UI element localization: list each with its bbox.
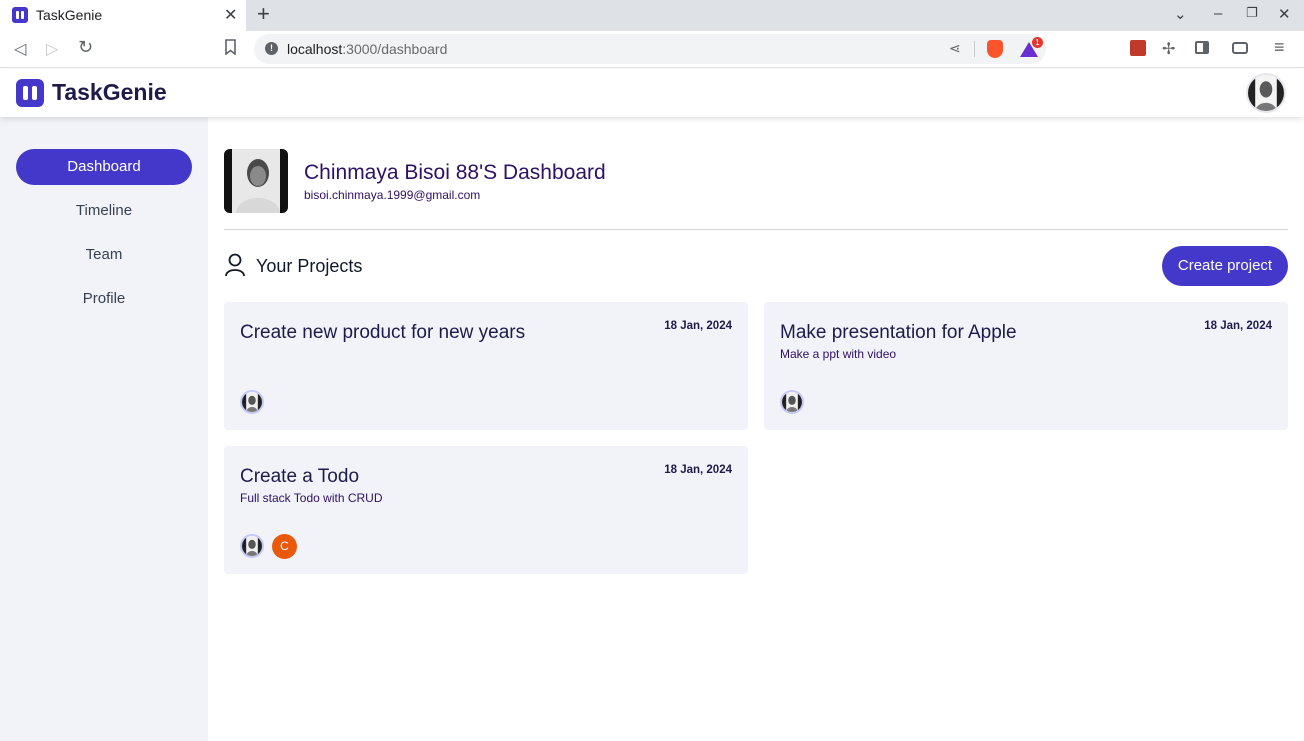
sidebar-item-profile[interactable]: Profile <box>16 281 192 317</box>
url-text: localhost:3000/dashboard <box>287 41 448 57</box>
projects-heading: Your Projects <box>256 256 363 276</box>
brave-shields-icon[interactable] <box>987 40 1003 58</box>
tab-list-chevron-icon[interactable]: ⌄ <box>1174 5 1187 23</box>
project-card[interactable]: Create new product for new years 18 Jan,… <box>224 302 748 430</box>
profile-photo <box>224 149 288 213</box>
rewards-badge: 1 <box>1032 37 1043 48</box>
taskgenie-favicon-icon <box>12 7 28 23</box>
browser-tab[interactable]: TaskGenie ✕ <box>0 0 246 31</box>
bookmark-icon[interactable] <box>224 39 237 60</box>
reload-icon[interactable]: ↻ <box>78 37 93 58</box>
tab-title: TaskGenie <box>36 7 103 23</box>
profile-photo-image <box>224 149 288 213</box>
member-avatar[interactable] <box>240 390 264 414</box>
project-title: Make presentation for Apple <box>780 322 1017 343</box>
menu-icon[interactable]: ≡ <box>1274 37 1285 58</box>
address-bar-divider <box>974 41 975 57</box>
site-info-icon[interactable]: ! <box>265 42 278 55</box>
sidebar-item-dashboard[interactable]: Dashboard <box>16 149 192 185</box>
share-icon[interactable]: ⋖ <box>949 40 961 57</box>
extension-icon[interactable] <box>1130 40 1146 56</box>
user-photo-icon <box>1248 75 1284 111</box>
project-title: Create a Todo <box>240 466 360 487</box>
app-header: TaskGenie <box>0 69 1304 117</box>
close-window-icon[interactable]: ✕ <box>1278 5 1291 23</box>
browser-toolbar: ◁ ▷ ↻ ! localhost:3000/dashboard ⋖ 1 ✢ ≡ <box>0 31 1304 68</box>
user-icon <box>225 253 245 277</box>
project-date: 18 Jan, 2024 <box>664 464 732 476</box>
app-logo-text[interactable]: TaskGenie <box>52 79 167 106</box>
sidebar-item-team[interactable]: Team <box>16 237 192 273</box>
project-date: 18 Jan, 2024 <box>1204 320 1272 332</box>
close-tab-icon[interactable]: ✕ <box>224 5 237 25</box>
sidebar-item-timeline[interactable]: Timeline <box>16 193 192 229</box>
browser-tab-bar: TaskGenie ✕ + ⌄ – ❐ ✕ <box>0 0 1304 31</box>
sidebar-toggle-icon[interactable] <box>1195 41 1209 54</box>
project-description: Full stack Todo with CRUD <box>240 491 383 505</box>
project-date: 18 Jan, 2024 <box>664 320 732 332</box>
project-description: Make a ppt with video <box>780 347 897 361</box>
member-photo-icon <box>782 392 802 412</box>
new-tab-button[interactable]: + <box>257 3 270 25</box>
back-icon[interactable]: ◁ <box>14 39 26 59</box>
main-content: Chinmaya Bisoi 88'S Dashboard bisoi.chin… <box>208 117 1304 741</box>
member-photo-icon <box>242 536 262 556</box>
minimize-window-icon[interactable]: – <box>1214 5 1222 22</box>
restore-window-icon[interactable]: ❐ <box>1246 5 1258 21</box>
wallet-icon[interactable] <box>1232 42 1248 54</box>
project-card[interactable]: Create a Todo Full stack Todo with CRUD … <box>224 446 748 574</box>
create-project-button[interactable]: Create project <box>1162 246 1288 286</box>
member-photo-icon <box>242 392 262 412</box>
taskgenie-logo-icon[interactable] <box>16 79 44 107</box>
member-avatar[interactable] <box>240 534 264 558</box>
user-email: bisoi.chinmaya.1999@gmail.com <box>304 188 481 202</box>
dashboard-title: Chinmaya Bisoi 88'S Dashboard <box>304 161 606 184</box>
sidebar: Dashboard Timeline Team Profile <box>0 117 208 741</box>
forward-icon[interactable]: ▷ <box>46 39 58 59</box>
user-avatar[interactable] <box>1246 73 1286 113</box>
address-bar[interactable]: ! localhost:3000/dashboard ⋖ 1 <box>254 34 1046 64</box>
project-card[interactable]: Make presentation for Apple Make a ppt w… <box>764 302 1288 430</box>
divider <box>224 229 1288 230</box>
project-title: Create new product for new years <box>240 322 526 343</box>
member-letter-avatar[interactable]: C <box>272 534 297 559</box>
member-avatar[interactable] <box>780 390 804 414</box>
extensions-puzzle-icon[interactable]: ✢ <box>1162 39 1175 59</box>
